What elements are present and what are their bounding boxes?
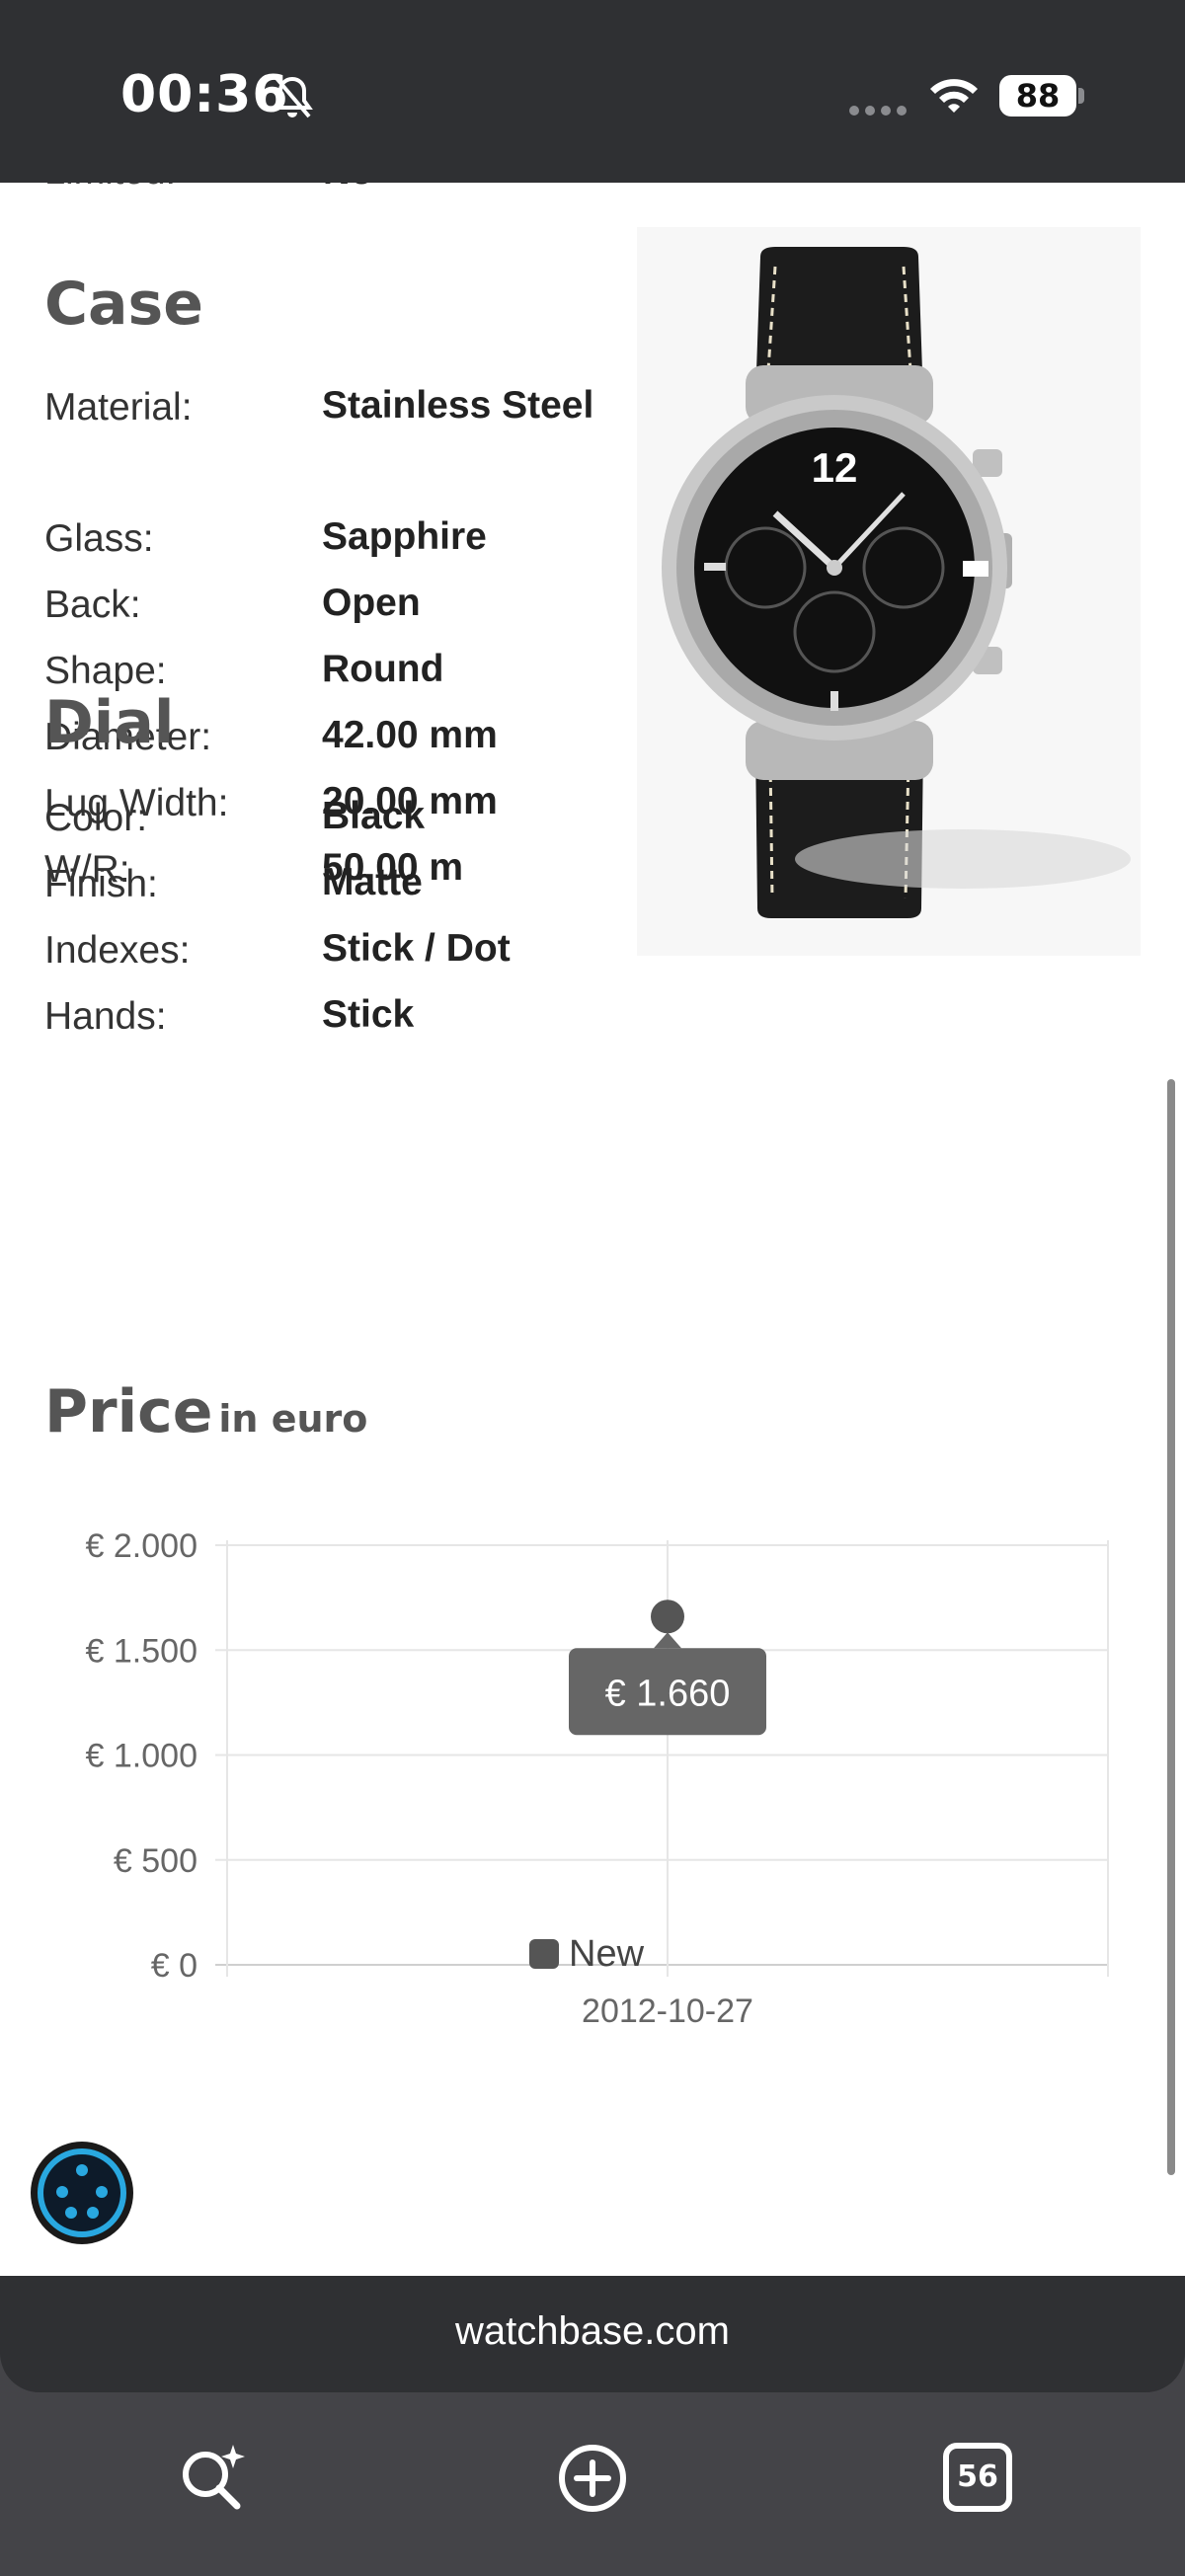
- spec-label: Glass:: [44, 517, 154, 560]
- price-section-title: Price in euro: [44, 1377, 367, 1446]
- spec-label: Limited:: [44, 183, 176, 193]
- battery-icon: 88: [999, 75, 1076, 117]
- spec-value: Matte: [322, 861, 423, 903]
- watch-product-image: 12: [637, 227, 1141, 956]
- bell-muted-icon: [272, 75, 313, 118]
- cellular-signal-icon: [849, 103, 912, 120]
- spec-value: Round: [322, 648, 444, 690]
- spec-value: Stick / Dot: [322, 927, 511, 970]
- y-tick-label: € 0: [151, 1947, 198, 1985]
- data-point: [651, 1600, 684, 1634]
- y-tick-label: € 1.000: [86, 1738, 198, 1775]
- spec-value: 42.00 mm: [322, 714, 498, 756]
- spec-label: Back:: [44, 584, 141, 626]
- y-tick-label: € 1.500: [86, 1632, 198, 1670]
- search-sparkle-icon[interactable]: [174, 2439, 253, 2518]
- chart-legend[interactable]: New: [529, 1933, 644, 1976]
- legend-label: New: [569, 1933, 645, 1975]
- y-tick-label: € 2.000: [86, 1527, 198, 1565]
- svg-text:12: 12: [812, 444, 858, 491]
- spec-label: Material:: [44, 386, 193, 429]
- price-subtitle: in euro: [218, 1397, 368, 1441]
- spec-label: Indexes:: [44, 929, 191, 972]
- battery-tip: [1078, 88, 1084, 104]
- tooltip-label: € 1.660: [605, 1673, 731, 1714]
- spec-value: No: [323, 183, 373, 194]
- spec-value: Black: [322, 795, 426, 837]
- assistant-button[interactable]: [30, 2141, 134, 2245]
- case-section-title: Case: [44, 270, 203, 339]
- spec-label: Finish:: [44, 863, 158, 905]
- tooltip-arrow: [654, 1632, 681, 1649]
- url-bar[interactable]: watchbase.com: [0, 2276, 1185, 2392]
- x-tick-label: 2012-10-27: [582, 1992, 753, 2030]
- url-text: watchbase.com: [455, 2309, 730, 2353]
- spec-label: Shape:: [44, 650, 167, 692]
- spec-value: Sapphire: [322, 515, 487, 558]
- spec-row-limited: Limited: No: [44, 183, 373, 194]
- dial-section-title: Dial: [44, 688, 175, 757]
- y-tick-label: € 500: [114, 1842, 198, 1880]
- spec-label: Hands:: [44, 995, 167, 1038]
- spec-value: Stick: [322, 993, 415, 1036]
- wifi-icon: [930, 79, 978, 113]
- spec-label: Color:: [44, 797, 148, 839]
- new-tab-icon[interactable]: [553, 2439, 632, 2518]
- legend-swatch: [529, 1939, 559, 1969]
- price-title: Price: [44, 1377, 213, 1446]
- spec-value: Open: [322, 582, 421, 624]
- spec-value: Stainless Steel: [322, 384, 594, 427]
- tab-count-button[interactable]: 56: [943, 2443, 1012, 2512]
- status-time: 00:36: [120, 65, 289, 124]
- status-bar: 00:36 88: [0, 0, 1185, 183]
